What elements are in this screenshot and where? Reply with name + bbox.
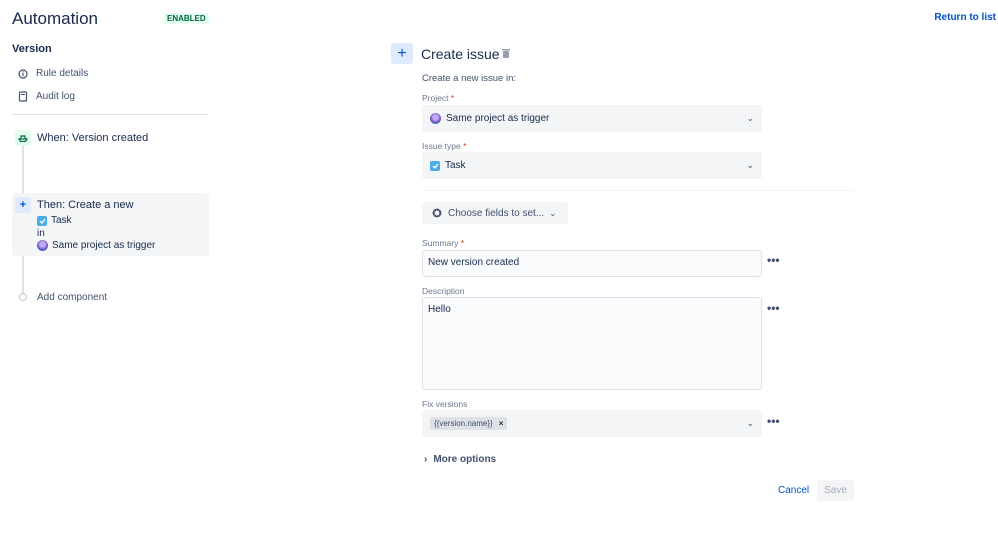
action-label: Then: Create a new [37,199,134,211]
trash-icon[interactable] [502,48,510,58]
add-component-button[interactable]: Add component [37,292,107,303]
return-to-list-link[interactable]: Return to list [934,12,996,23]
remove-tag-icon[interactable]: × [499,419,504,428]
version-tag-text: {{version.name}} [434,419,493,428]
info-icon [18,68,28,79]
choose-fields-label: Choose fields to set... [448,207,545,219]
issue-type-label-text: Issue type [422,141,461,151]
project-value: Same project as trigger [446,113,550,124]
chevron-right-icon: › [424,454,428,465]
task-icon [430,160,440,171]
more-options-toggle[interactable]: › More options [424,454,496,465]
project-select[interactable]: Same project as trigger ⌄ [422,105,762,132]
issue-type-text: Task [51,215,72,226]
form-title: Create issue [421,46,500,62]
fix-versions-select[interactable]: {{version.name}} × ⌄ [422,410,762,437]
issue-type-select[interactable]: Task ⌄ [422,152,762,179]
plus-icon: + [15,197,31,213]
summary-input[interactable]: New version created [422,250,762,277]
summary-more-icon[interactable]: ••• [767,253,780,267]
action-step[interactable]: + Then: Create a new Task in Same projec… [12,193,209,256]
page-title: Automation [12,9,98,28]
add-component-dot-icon [19,293,27,301]
project-label-text: Project [422,93,449,103]
sidebar-item-rule-details[interactable]: Rule details [18,68,88,79]
trigger-label: When: Version created [37,132,149,144]
task-icon [37,215,47,226]
project-label: Project * [422,93,455,103]
fix-versions-label: Fix versions [422,399,468,409]
cancel-button[interactable]: Cancel [778,485,809,496]
form-intro: Create a new issue in: [422,73,516,84]
connector-text: in [37,228,45,239]
plus-icon: + [391,43,413,64]
issue-type-label: Issue type * [422,141,467,151]
audit-log-icon [18,91,28,102]
chevron-down-icon: ⌄ [549,207,557,218]
trigger-step[interactable]: When: Version created [12,129,209,149]
sidebar-item-label: Audit log [36,91,75,102]
description-more-icon[interactable]: ••• [767,301,780,315]
divider [422,190,854,191]
issue-type-value: Task [445,160,466,171]
summary-label: Summary * [422,238,465,248]
save-button[interactable]: Save [817,480,854,501]
version-ship-icon [15,130,31,146]
gear-icon [432,208,442,218]
chevron-down-icon: ⌄ [746,418,754,428]
summary-label-text: Summary [422,238,459,248]
choose-fields-button[interactable]: Choose fields to set... ⌄ [422,202,568,224]
divider [12,114,209,115]
section-title: Version [12,43,52,55]
sidebar-item-audit-log[interactable]: Audit log [18,91,75,102]
fix-versions-more-icon[interactable]: ••• [767,414,780,428]
description-label: Description [422,286,465,296]
chevron-down-icon: ⌄ [746,113,754,123]
chevron-down-icon: ⌄ [746,160,754,170]
description-textarea[interactable]: Hello [422,297,762,390]
sidebar-item-label: Rule details [36,68,89,79]
status-badge: ENABLED [164,13,209,24]
project-text: Same project as trigger [52,240,156,251]
project-avatar-icon [37,240,48,251]
project-avatar-icon [430,113,441,124]
version-tag: {{version.name}} × [430,417,508,430]
more-options-label: More options [433,454,497,465]
